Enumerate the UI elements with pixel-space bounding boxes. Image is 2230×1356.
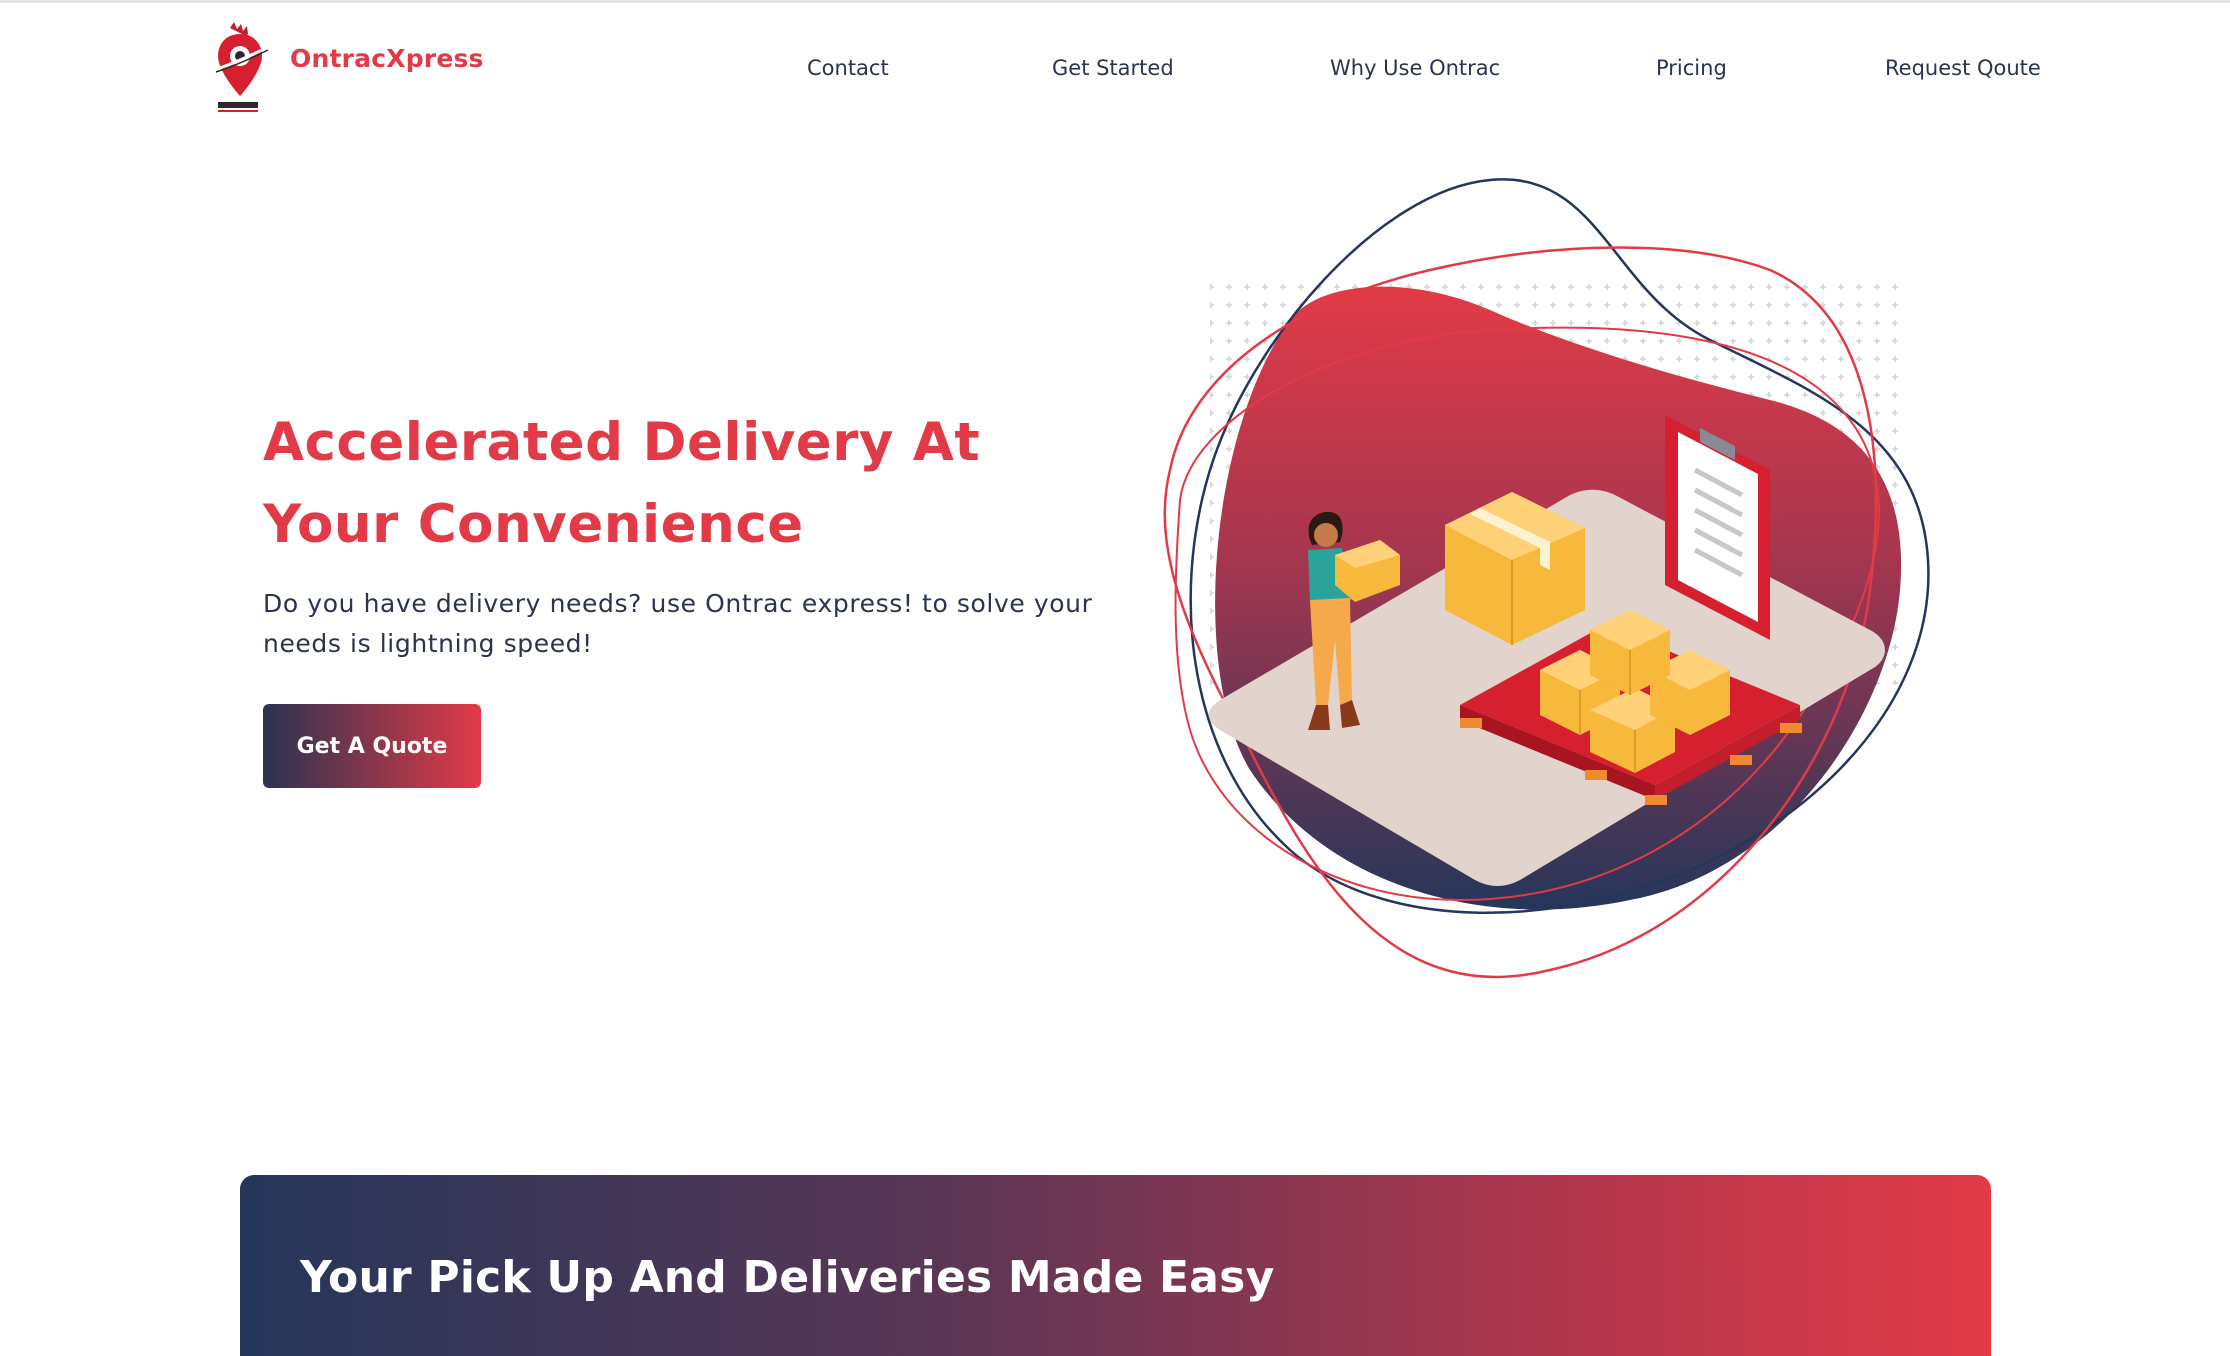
banner-title: Your Pick Up And Deliveries Made Easy (300, 1252, 1275, 1303)
hero-title: Accelerated Delivery At Your Convenience (263, 402, 1083, 566)
hero-title-line1: Accelerated Delivery At (263, 412, 981, 473)
get-a-quote-button[interactable]: Get A Quote (263, 704, 481, 788)
nav-request-quote[interactable]: Request Qoute (1885, 56, 2041, 80)
hero-subtitle: Do you have delivery needs? use Ontrac e… (263, 584, 1103, 664)
nav-pricing[interactable]: Pricing (1656, 56, 1727, 80)
main-nav: Contact Get Started Why Use Ontrac Prici… (0, 56, 2230, 86)
delivery-warehouse-illustration (1130, 170, 1960, 990)
nav-why-use-ontrac[interactable]: Why Use Ontrac (1330, 56, 1500, 80)
hero-title-line2: Your Convenience (263, 494, 804, 555)
features-banner: Your Pick Up And Deliveries Made Easy (240, 1175, 1991, 1356)
hero-subtitle-line1: Do you have delivery needs? use Ontrac e… (263, 589, 1093, 618)
site-header: OntracXpress Contact Get Started Why Use… (0, 0, 2230, 130)
hero-subtitle-line2: needs is lightning speed! (263, 629, 593, 658)
nav-contact[interactable]: Contact (807, 56, 889, 80)
nav-get-started[interactable]: Get Started (1052, 56, 1174, 80)
